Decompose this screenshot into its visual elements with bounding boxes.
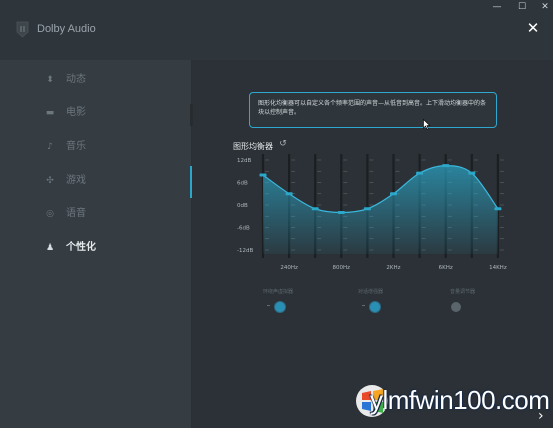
sidebar-item-label: 电影 [66, 107, 86, 118]
watermark: ylmfwin100.com [354, 377, 553, 428]
sidebar-item-movie[interactable]: ▬ 电影 [0, 100, 192, 126]
reset-icon[interactable]: ↺ [278, 139, 288, 149]
sidebar-item-voice[interactable]: ◎ 语音 [0, 201, 192, 227]
sidebar-item-music[interactable]: ♪ 音乐 [0, 134, 192, 160]
sidebar-item-label: 语音 [66, 208, 86, 219]
minimize-button[interactable]: — [490, 1, 504, 13]
mouse-cursor-icon [423, 119, 431, 130]
eq-slider-handle[interactable] [494, 207, 502, 211]
frequency-label: 2KHz [386, 265, 400, 271]
toggle-label: 环绕声虚拟器 [263, 289, 294, 295]
volume-leveler-toggle[interactable] [451, 302, 461, 312]
eq-slider-handle[interactable] [390, 192, 397, 196]
eq-slider-handle[interactable] [363, 207, 371, 211]
sidebar-item-dynamic[interactable]: ⬍ 动态 [0, 67, 192, 93]
sidebar-item-personalize[interactable]: ♟ 个性化 [0, 235, 192, 261]
y-tick-label: 0dB [237, 203, 248, 209]
sidebar-item-label: 音乐 [66, 141, 86, 152]
surround-toggle[interactable] [275, 302, 285, 312]
info-tooltip: 图形化均衡器可以自定义各个频率范围的声音—从低音到高音。上下滑动均衡器中的条块以… [249, 92, 497, 128]
y-tick-label: -6dB [237, 226, 250, 232]
tooltip-text: 图形化均衡器可以自定义各个频率范围的声音—从低音到高音。上下滑动均衡器中的条块以… [258, 100, 487, 116]
voice-icon: ◎ [46, 209, 54, 219]
toggle-track [362, 305, 365, 306]
eq-slider-handle[interactable] [259, 173, 267, 177]
film-icon: ▬ [45, 108, 55, 118]
y-tick-label: -12dB [237, 248, 253, 254]
graphic-equalizer[interactable]: 12dB 6dB 0dB -6dB -12dB 240Hz 800Hz 2KHz 6KHz 14… [225, 150, 515, 280]
maximize-button[interactable]: ☐ [515, 1, 529, 13]
panel-close-button[interactable]: ✕ [525, 20, 541, 36]
toggle-dialogue-enhancer: 对话增强器 [358, 288, 418, 316]
sidebar-item-label: 游戏 [66, 175, 86, 186]
eq-slider-handle[interactable] [468, 171, 476, 175]
toggle-volume-leveler: 音量调节器 [450, 288, 510, 316]
music-note-icon: ♪ [47, 142, 53, 152]
motion-icon: ⬍ [46, 75, 54, 85]
eq-slider-handle[interactable] [337, 211, 345, 214]
next-arrow-icon[interactable]: › [538, 408, 550, 424]
sidebar: ⬍ 动态 ▬ 电影 ♪ 音乐 ✣ 游戏 ◎ 语音 ♟ 个性化 [0, 60, 192, 428]
window-close-button[interactable]: ✕ [538, 1, 552, 13]
title-bar: Dolby Audio — ☐ ✕ ✕ [0, 0, 553, 60]
app-title: Dolby Audio [37, 23, 96, 35]
frequency-label: 14KHz [489, 265, 507, 271]
person-icon: ♟ [45, 243, 55, 253]
sidebar-item-label: 动态 [66, 74, 86, 85]
gamepad-icon: ✣ [46, 176, 54, 186]
toggle-track [267, 305, 270, 306]
eq-slider-handle[interactable] [285, 192, 293, 196]
dolby-logo-icon [16, 21, 29, 38]
eq-slider-handle[interactable] [416, 171, 424, 175]
y-tick-label: 12dB [237, 158, 251, 164]
eq-curve-area [263, 165, 498, 254]
frequency-label: 6KHz [439, 265, 453, 271]
sidebar-item-label: 个性化 [66, 242, 96, 253]
frequency-label: 240Hz [280, 265, 298, 271]
eq-slider-handle[interactable] [311, 207, 319, 211]
toggle-surround-virtualizer: 环绕声虚拟器 [263, 288, 323, 316]
sidebar-item-game[interactable]: ✣ 游戏 [0, 168, 192, 194]
watermark-text: ylmfwin100.com [370, 385, 550, 415]
dialogue-toggle[interactable] [370, 302, 380, 312]
y-tick-label: 6dB [237, 181, 248, 187]
eq-slider-handle[interactable] [442, 164, 450, 168]
active-indicator [190, 166, 192, 198]
toggle-label: 音量调节器 [450, 289, 476, 295]
frequency-label: 800Hz [333, 265, 351, 271]
toggle-label: 对话增强器 [358, 289, 384, 295]
